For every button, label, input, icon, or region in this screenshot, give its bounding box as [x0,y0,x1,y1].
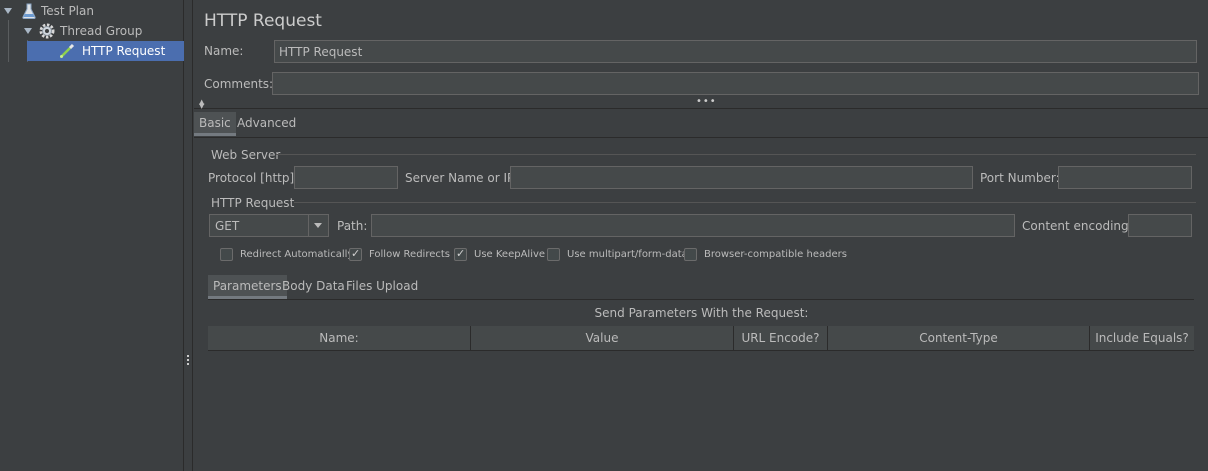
splitter-grip-icon [187,355,190,367]
tab-files-upload[interactable]: Files Upload [341,275,423,299]
page-title: HTTP Request [204,11,322,31]
checkbox-box[interactable] [547,248,560,261]
content-encoding-label: Content encoding: [1022,219,1133,233]
browser-compatible-headers-checkbox[interactable]: Browser-compatible headers [684,248,847,261]
expand-arrow-icon[interactable] [4,8,12,14]
method-select-value: GET [215,219,240,233]
collapse-arrows-icon[interactable]: ▲ ▼ [199,99,204,110]
protocol-label: Protocol [http]: [208,171,299,185]
select-divider [308,215,309,236]
server-name-field[interactable] [510,166,973,189]
follow-redirects-checkbox[interactable]: Follow Redirects [349,247,450,261]
port-number-label: Port Number: [980,171,1060,185]
section-divider [294,202,1196,203]
pipette-icon [60,43,75,58]
parameters-table-body[interactable] [208,351,1194,469]
tree-item-label: Test Plan [41,4,94,18]
protocol-field[interactable] [294,166,398,189]
checkbox-box[interactable] [220,248,233,261]
tab-advanced[interactable]: Advanced [232,112,301,136]
redirect-automatically-checkbox[interactable]: Redirect Automatically [220,248,353,261]
vertical-splitter[interactable] [184,0,193,471]
port-number-field[interactable] [1058,166,1192,189]
http-request-section-title: HTTP Request [211,196,295,210]
server-name-label: Server Name or IP: [405,171,519,185]
tab-body-data[interactable]: Body Data [277,275,350,299]
test-plan-tree: Test Plan Thread Group HTTP Request [0,0,184,471]
parameters-caption: Send Parameters With the Request: [594,306,809,320]
checkbox-label: Redirect Automatically [240,249,354,260]
divider-grip-icon: ••• [696,96,717,107]
name-field[interactable] [274,40,1197,63]
column-header-value[interactable]: Value [471,326,734,350]
tree-item-label: Thread Group [60,24,143,38]
section-divider [276,154,1196,155]
checkbox-label: Use multipart/form-data [567,249,688,260]
checkbox-label: Use KeepAlive [474,249,546,260]
comments-field[interactable] [272,72,1199,95]
comments-label: Comments: [204,77,274,91]
checkbox-label: Follow Redirects [369,249,450,260]
path-label: Path: [337,219,368,233]
gear-icon [39,23,55,39]
checkbox-box[interactable] [454,247,467,261]
column-header-include-equals[interactable]: Include Equals? [1090,326,1194,350]
method-select[interactable]: GET [209,214,329,237]
chevron-down-icon[interactable] [314,223,322,228]
tab-basic[interactable]: Basic [194,112,236,136]
subtab-strip-line [208,299,1194,300]
name-label: Name: [204,44,244,58]
use-multipart-checkbox[interactable]: Use multipart/form-data [547,248,688,261]
use-keepalive-checkbox[interactable]: Use KeepAlive [454,247,546,261]
collapse-divider[interactable]: ▲ ▼ ••• [194,96,1208,110]
tree-item-label: HTTP Request [82,44,166,58]
tab-parameters[interactable]: Parameters [208,275,287,299]
column-header-content-type[interactable]: Content-Type [828,326,1090,350]
column-header-name[interactable]: Name: [208,326,471,350]
content-encoding-field[interactable] [1128,214,1192,237]
checkbox-box[interactable] [684,248,697,261]
column-header-url-encode[interactable]: URL Encode? [734,326,828,350]
web-server-section-title: Web Server [211,148,281,162]
checkbox-label: Browser-compatible headers [704,249,847,260]
flask-icon [22,3,36,19]
tree-item-thread-group[interactable]: Thread Group [0,21,184,41]
tree-item-test-plan[interactable]: Test Plan [0,1,184,21]
checkbox-box[interactable] [349,247,362,261]
tab-strip-line [194,137,1208,138]
path-field[interactable] [371,214,1015,237]
expand-arrow-icon[interactable] [24,28,32,34]
tree-item-http-request[interactable]: HTTP Request [27,41,184,61]
